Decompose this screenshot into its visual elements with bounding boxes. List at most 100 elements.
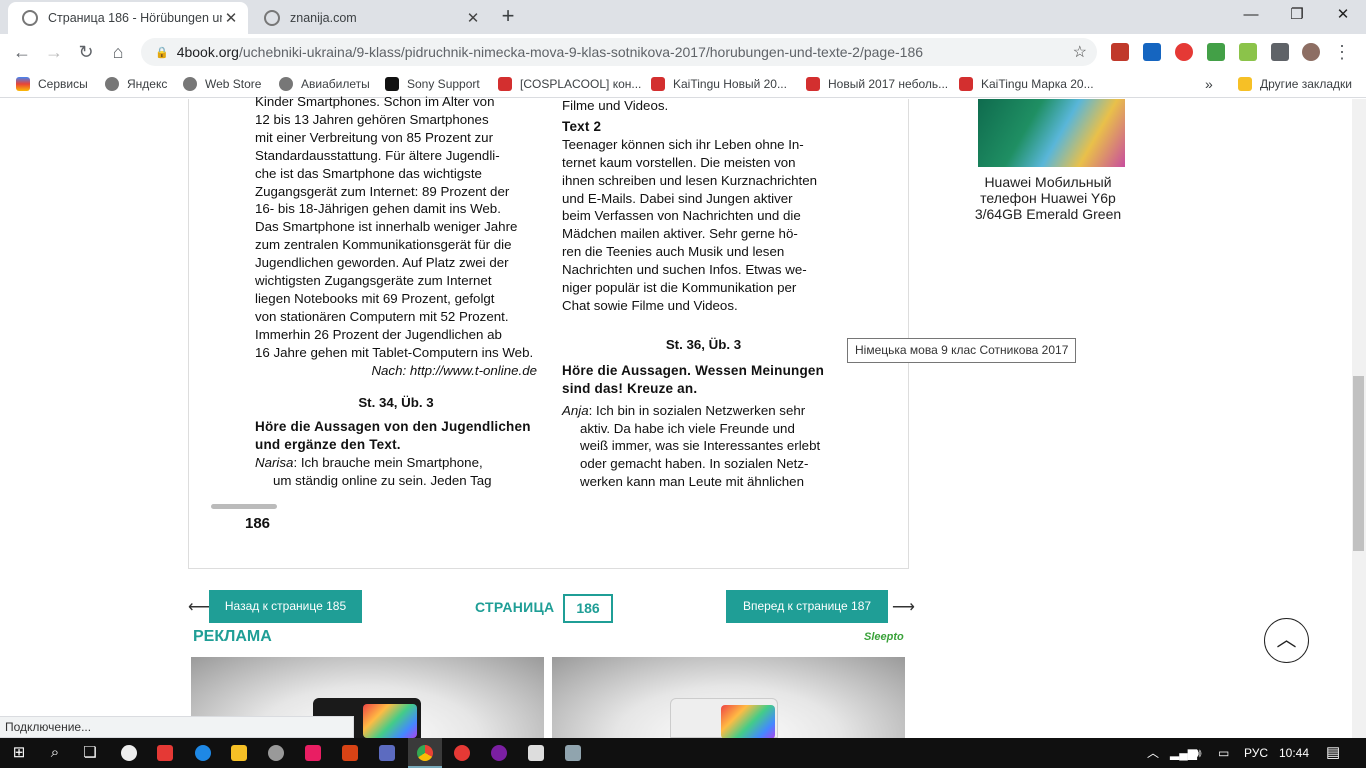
next-arrow-icon[interactable]: ⟶	[892, 597, 915, 617]
clock[interactable]: 10:44	[1279, 744, 1309, 762]
restore-button[interactable]: ❐	[1282, 4, 1312, 26]
notifications-icon[interactable]: ▤	[1326, 744, 1340, 762]
sleepto-logo[interactable]: Sleepto	[864, 631, 904, 643]
close-tab-icon[interactable]: ✕	[222, 9, 240, 27]
page-favicon-icon	[264, 10, 280, 26]
dialog-line: aktiv. Da habe ich viele Freunde und	[580, 420, 795, 436]
edge-icon[interactable]	[195, 745, 211, 761]
ad-card[interactable]	[552, 657, 905, 739]
text-line: Kinder Smartphones. Schon im Alter von	[255, 94, 495, 109]
mail-extension-icon[interactable]	[1207, 43, 1225, 61]
prev-page-button[interactable]: Назад к странице 185	[209, 590, 362, 623]
colon: :	[588, 402, 597, 418]
teams-icon[interactable]	[379, 745, 395, 761]
bookmark-label: Новый 2017 неболь...	[828, 77, 949, 91]
tab-active[interactable]: Страница 186 - Hörübungen und Texte 2 ✕	[8, 2, 248, 34]
text-block: Kinder Smartphones. Schon im Alter von 12…	[255, 93, 537, 362]
minimize-button[interactable]: —	[1236, 4, 1266, 26]
url-path: /uchebniki-ukraina/9-klass/pidruchnik-ni…	[238, 44, 924, 60]
text-line: wichtigsten Zugangsgeräte zum Internet	[255, 273, 492, 289]
battery-icon[interactable]: ▭	[1218, 744, 1229, 762]
powerpoint-icon[interactable]	[342, 745, 358, 761]
scroll-to-top-button[interactable]: ︿	[1264, 618, 1309, 663]
chrome-icon[interactable]	[417, 745, 433, 761]
pdf-extension-icon[interactable]	[1111, 43, 1129, 61]
bookmark-cosplacool[interactable]: [COSPLACOOL] кон...	[498, 75, 641, 93]
source-citation: Nach: http://www.t-online.de	[371, 362, 537, 378]
bookmarks-overflow-button[interactable]: »	[1205, 75, 1213, 93]
next-page-button[interactable]: Вперед к странице 187	[726, 590, 888, 623]
profile-avatar[interactable]	[1302, 43, 1320, 61]
back-icon[interactable]: ←	[10, 40, 34, 64]
reload-icon[interactable]: ↻	[74, 40, 98, 64]
text-line: Immerhin 26 Prozent der Jugendlichen ab	[255, 326, 502, 342]
dialog-line: Anja: Ich bin in sozialen Netzwerken seh…	[562, 402, 845, 420]
ad-product-image[interactable]	[978, 99, 1125, 167]
volume-icon[interactable]: 🔊︎	[1194, 744, 1202, 762]
ad-section-heading: РЕКЛАМА	[193, 628, 272, 645]
viber-icon[interactable]	[491, 745, 507, 761]
camera-icon[interactable]	[305, 745, 321, 761]
opera-icon[interactable]	[454, 745, 470, 761]
bookmark-kaitingu-1[interactable]: KaiTingu Новый 20...	[651, 75, 787, 93]
text-line: liegen Notebooks mit 69 Prozent, gefolgt	[255, 290, 495, 306]
other-bookmarks[interactable]: Другие закладки	[1238, 75, 1352, 93]
bookmark-sony[interactable]: Sony Support	[385, 75, 480, 93]
yandex-icon[interactable]	[157, 745, 173, 761]
plant-extension-icon[interactable]	[1239, 43, 1257, 61]
bookmark-apps[interactable]: Сервисы	[16, 75, 88, 93]
search-icon[interactable]: ⌕	[42, 741, 68, 765]
task-view-icon[interactable]: ❏	[77, 741, 103, 765]
bookmark-yandex[interactable]: Яндекс	[105, 75, 167, 93]
dialog-line: oder gemacht haben. In sozialen Netz-	[580, 456, 809, 472]
page-favicon-icon	[22, 10, 38, 26]
globe-icon	[183, 77, 197, 91]
text-line: Filme und Videos.	[562, 98, 669, 113]
tab-znanija[interactable]: znanija.com ✕	[250, 2, 490, 34]
page-number-input[interactable]: 186	[563, 594, 613, 623]
forward-icon[interactable]: →	[42, 40, 66, 64]
dialog-line: Narisa: Ich brauche mein Smartphone,	[255, 454, 537, 472]
home-icon[interactable]: ⌂	[106, 40, 130, 64]
network-icon[interactable]: ▂▄▆	[1170, 744, 1197, 762]
text-line: niger populär ist die Kommunikation per	[562, 280, 797, 296]
ad-product-title[interactable]: Huawei Мобильный телефон Huawei Y6p 3/64…	[964, 174, 1132, 222]
exercise-heading: St. 34, Üb. 3	[358, 394, 434, 410]
extensions-puzzle-icon[interactable]	[1271, 43, 1289, 61]
prev-arrow-icon[interactable]: ⟵	[188, 597, 211, 617]
bookmark-star-icon[interactable]: ☆	[1073, 42, 1087, 62]
bookmark-label: Яндекс	[127, 77, 168, 91]
address-bar[interactable]: 🔒 4book.org/uchebniki-ukraina/9-klass/pi…	[141, 38, 1097, 66]
text-line: Chat sowie Filme und Videos.	[562, 297, 738, 313]
bookmark-kaitingu-2[interactable]: KaiTingu Марка 20...	[959, 75, 1094, 93]
bookmark-label: KaiTingu Марка 20...	[981, 77, 1094, 91]
bookmark-aviabilety[interactable]: Авиабилеты	[279, 75, 370, 93]
language-indicator[interactable]: РУС	[1244, 744, 1268, 762]
start-icon[interactable]: ⊞	[6, 741, 32, 765]
close-tab-icon[interactable]: ✕	[464, 9, 482, 27]
folder-icon	[1238, 77, 1252, 91]
settings-icon[interactable]	[268, 745, 284, 761]
id-extension-icon[interactable]	[1143, 43, 1161, 61]
aliexpress-icon	[651, 77, 665, 91]
menu-dots-icon[interactable]: ⋮	[1330, 40, 1354, 64]
mail-icon[interactable]	[528, 745, 544, 761]
tray-chevron-icon[interactable]: ︿	[1147, 744, 1159, 762]
text-line: ren die Teenies auch Musik und lesen	[562, 244, 785, 260]
scrollbar-thumb[interactable]	[1353, 376, 1364, 551]
target-extension-icon[interactable]	[1175, 43, 1193, 61]
text-line: Das Smartphone ist innerhalb weniger Jah…	[255, 219, 518, 235]
bookmark-webstore[interactable]: Web Store	[183, 75, 261, 93]
text-line: Teenager können sich ihr Leben ohne In-	[562, 136, 804, 152]
text-line: Jugendlichen geworden. Auf Platz zwei de…	[255, 255, 509, 271]
text-line: Nachrichten und suchen Infos. Etwas we-	[562, 262, 807, 278]
bookmark-label: [COSPLACOOL] кон...	[520, 77, 642, 91]
new-tab-button[interactable]: +	[494, 5, 522, 29]
file-explorer-icon[interactable]	[231, 745, 247, 761]
bookmark-label: Web Store	[205, 77, 262, 91]
apps-grid-icon	[16, 77, 30, 91]
app-icon[interactable]	[565, 745, 581, 761]
bookmark-novyi[interactable]: Новый 2017 неболь...	[806, 75, 948, 93]
close-window-button[interactable]: ✕	[1328, 4, 1358, 26]
yandex-browser-icon[interactable]	[121, 745, 137, 761]
